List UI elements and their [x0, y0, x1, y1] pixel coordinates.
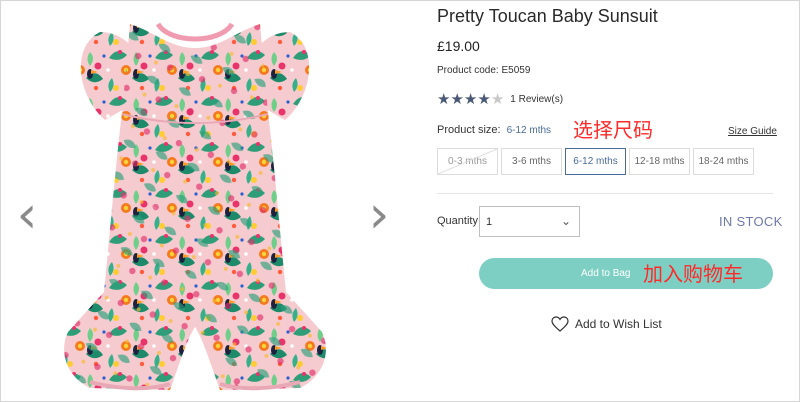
wishlist-label: Add to Wish List — [575, 317, 662, 331]
quantity-select[interactable]: 1 ⌄ — [479, 206, 580, 237]
size-option-label: 6-12 mths — [573, 156, 618, 167]
size-label-row: Product size: 6-12 mths — [437, 124, 551, 136]
star-icon: ★ — [463, 90, 478, 108]
product-title: Pretty Toucan Baby Sunsuit — [437, 6, 658, 26]
star-icon: ★ — [437, 90, 451, 108]
heart-icon — [551, 316, 569, 332]
divider — [437, 193, 773, 194]
size-option-label: 18-24 mths — [698, 156, 749, 167]
review-count-link[interactable]: 1 Review(s) — [510, 94, 563, 105]
star-icon: ★ — [450, 90, 464, 108]
annotation-add-to-cart: 加入购物车 — [643, 264, 743, 286]
product-gallery: ‹ › — [0, 0, 420, 402]
product-price: £19.00 — [437, 38, 480, 54]
product-image — [64, 22, 326, 391]
quantity-value: 1 — [486, 215, 493, 228]
size-option-selected[interactable]: 6-12 mths — [565, 148, 626, 175]
size-guide-link[interactable]: Size Guide — [728, 126, 777, 137]
selected-size: 6-12 mths — [506, 125, 552, 136]
star-icon: ★ — [490, 90, 505, 108]
add-to-wishlist-link[interactable]: Add to Wish List — [551, 316, 662, 332]
product-code: Product code: E5059 — [437, 65, 531, 76]
size-options: 0-3 mths 3-6 mths 6-12 mths 12-18 mths 1… — [437, 148, 757, 175]
size-option[interactable]: 0-3 mths — [437, 148, 498, 175]
chevron-left-icon[interactable]: ‹ — [12, 189, 42, 241]
annotation-select-size: 选择尺码 — [573, 120, 653, 142]
quantity-label: Quantity — [437, 215, 478, 227]
rating: ★ ★ ★ ★ ★ 1 Review(s) — [437, 90, 563, 108]
size-option[interactable]: 3-6 mths — [501, 148, 562, 175]
unavailable-strike — [438, 149, 497, 174]
size-option-label: 3-6 mths — [512, 156, 551, 167]
size-option[interactable]: 18-24 mths — [693, 148, 754, 175]
size-option-label: 12-18 mths — [634, 156, 685, 167]
chevron-down-icon: ⌄ — [560, 214, 571, 228]
chevron-right-icon[interactable]: › — [364, 189, 394, 241]
stock-status: IN STOCK — [719, 214, 783, 229]
star-icon: ★ — [477, 90, 491, 108]
size-label: Product size: — [437, 124, 501, 136]
size-option[interactable]: 12-18 mths — [629, 148, 690, 175]
